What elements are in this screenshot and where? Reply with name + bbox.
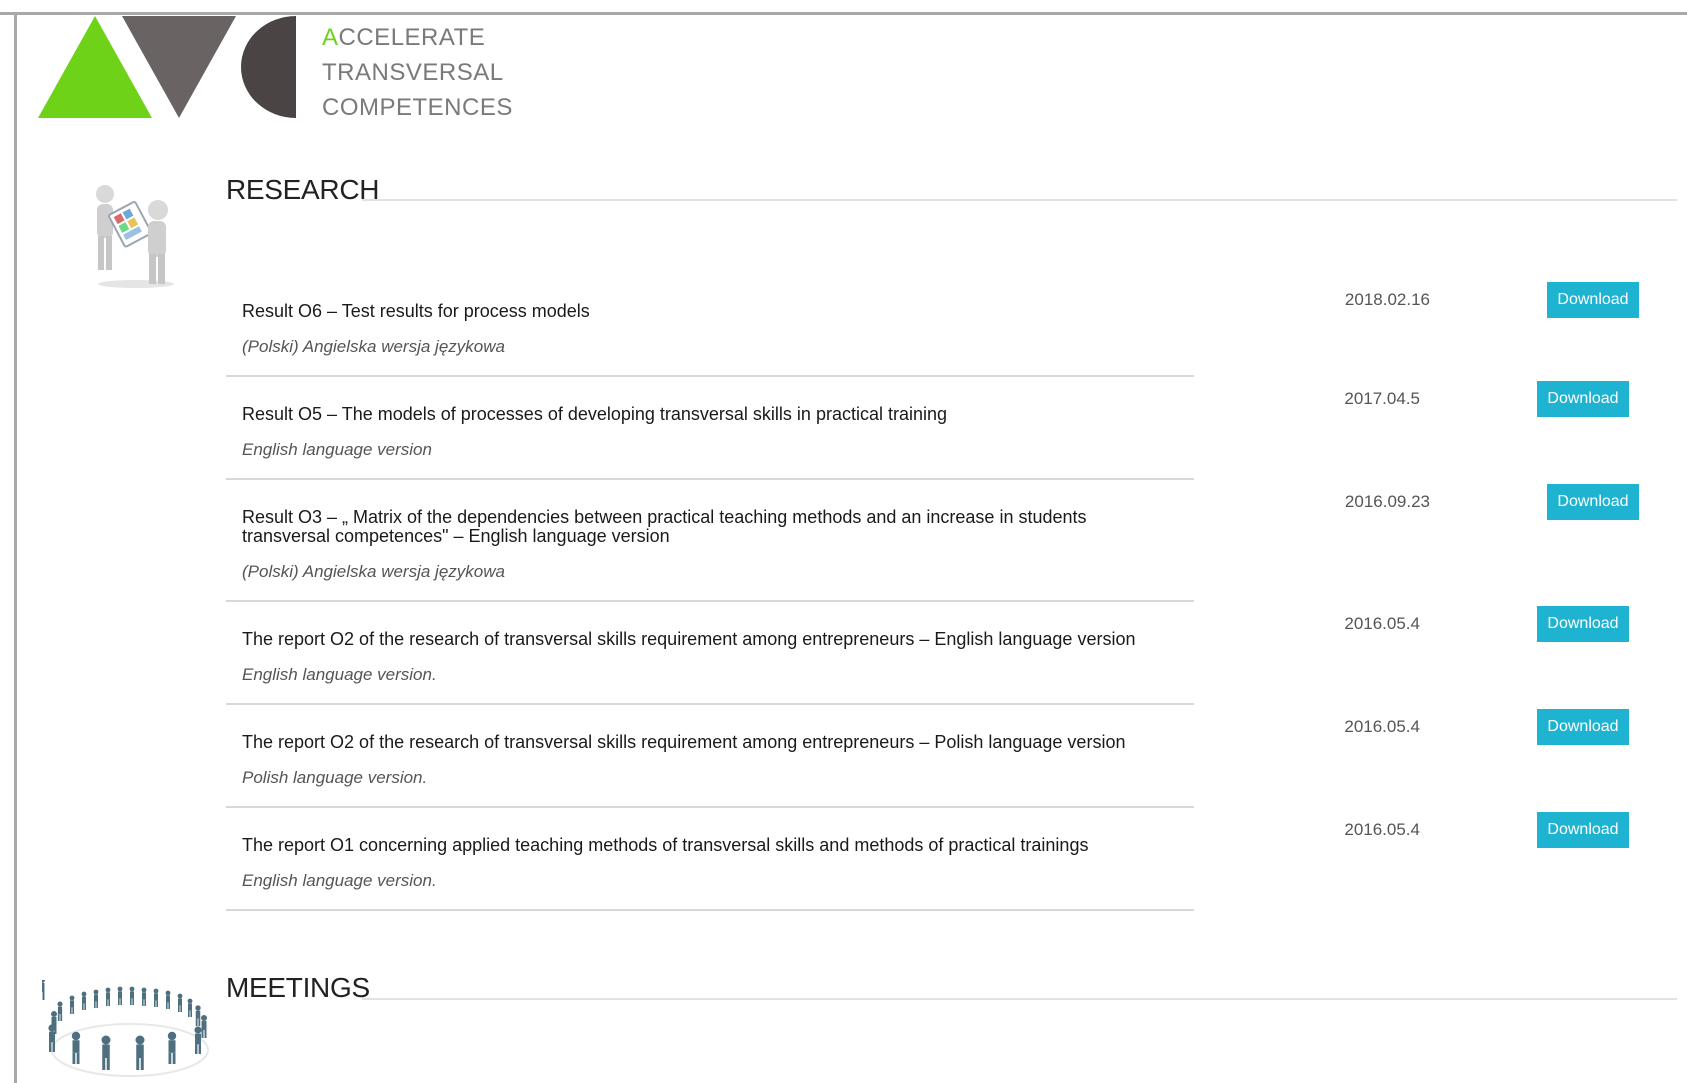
item-title[interactable]: The report O1 concerning applied teachin… (242, 836, 1178, 855)
item-date: 2016.05.4 (1344, 614, 1420, 633)
download-button[interactable]: Download (1537, 381, 1629, 417)
download-button[interactable]: Download (1537, 606, 1629, 642)
item-subtitle: English language version (242, 440, 432, 459)
list-item: The report O1 concerning applied teachin… (226, 808, 1629, 911)
list-item: The report O2 of the research of transve… (226, 705, 1629, 808)
list-item: Result O3 – „ Matrix of the dependencies… (226, 480, 1639, 602)
item-subtitle: English language version. (242, 871, 437, 890)
research-list: Result O6 – Test results for process mod… (226, 272, 1639, 911)
item-title[interactable]: Result O5 – The models of processes of d… (242, 405, 1178, 424)
dark-half-circle-icon (241, 16, 296, 118)
item-date: 2016.05.4 (1344, 820, 1420, 839)
item-title[interactable]: Result O3 – „ Matrix of the dependencies… (242, 508, 1178, 546)
item-date: 2017.04.5 (1344, 389, 1420, 408)
list-item: Result O5 – The models of processes of d… (226, 377, 1629, 480)
item-subtitle: English language version. (242, 665, 437, 684)
window-frame-top (0, 12, 1687, 15)
item-subtitle: Polish language version. (242, 768, 428, 787)
meetings-title-rule (362, 998, 1677, 1000)
item-title[interactable]: Result O6 – Test results for process mod… (242, 302, 1178, 321)
research-section-title: RESEARCH (226, 174, 380, 205)
site-logo[interactable] (38, 16, 298, 120)
list-item: Result O6 – Test results for process mod… (226, 272, 1639, 377)
people-circle-icon (42, 980, 209, 1077)
item-date: 2016.05.4 (1344, 717, 1420, 736)
people-tablet-icon (96, 185, 174, 288)
item-subtitle: (Polski) Angielska wersja językowa (242, 337, 505, 356)
item-title[interactable]: The report O2 of the research of transve… (242, 733, 1178, 752)
item-subtitle: (Polski) Angielska wersja językowa (242, 562, 505, 581)
window-frame-left (14, 12, 17, 1083)
download-button[interactable]: Download (1537, 812, 1629, 848)
item-title[interactable]: The report O2 of the research of transve… (242, 630, 1178, 649)
meetings-section-title: MEETINGS (226, 972, 370, 1003)
site-brand-text: ACCELERATE TRANSVERSAL COMPETENCES (322, 20, 513, 125)
item-date: 2018.02.16 (1344, 290, 1430, 309)
research-title-rule (362, 199, 1677, 201)
item-date: 2016.09.23 (1344, 492, 1430, 511)
brand-line-2: TRANSVERSAL (322, 59, 504, 86)
download-button[interactable]: Download (1547, 282, 1639, 318)
list-item: The report O2 of the research of transve… (226, 602, 1629, 705)
download-button[interactable]: Download (1547, 484, 1639, 520)
brand-line-1: CCELERATE (338, 24, 486, 51)
brand-line-3: COMPETENCES (322, 94, 513, 121)
brand-initial: A (322, 24, 339, 51)
download-button[interactable]: Download (1537, 709, 1629, 745)
